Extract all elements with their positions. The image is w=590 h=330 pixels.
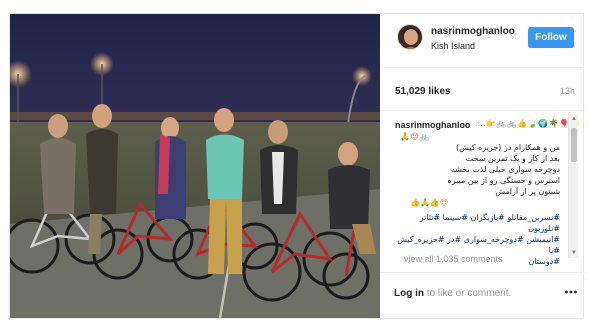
caption-emoji-row-1: ....👉🚲🚲👍🍃🌍🌴🎈🌞 xyxy=(475,119,581,128)
login-link[interactable]: Log in xyxy=(394,288,424,299)
post-footer: Log in to like or comment. xyxy=(380,272,585,318)
caption-line: شبتون پر از آرامش xyxy=(495,187,560,196)
caption-line: من و همکارام در (جزیره کیش) xyxy=(456,143,560,152)
hashtag-line[interactable]: #انیمیشن #دوچرخه_سواری #در #جزیره_کیش #ب… xyxy=(390,234,560,256)
caption-area: nasrinmoghanloo ....👉🚲🚲👍🍃🌍🌴🎈🌞 🙏😍🚲 من و ه… xyxy=(380,110,585,266)
instagram-post: nasrinmoghanloo Kish Island Follow 51,02… xyxy=(9,13,585,319)
avatar-image xyxy=(398,25,422,49)
view-all-comments-link[interactable]: view all 1,035 comments xyxy=(404,254,503,264)
group-bicycle-photo xyxy=(10,14,380,318)
caption-username[interactable]: nasrinmoghanloo xyxy=(395,120,471,130)
more-options-icon[interactable] xyxy=(564,285,578,299)
login-prompt: Log in to like or comment. xyxy=(394,288,511,299)
caption-line: بعد از کار و یک تمرین سخت xyxy=(465,154,560,163)
hashtag-line[interactable]: #نسرین_مقانلو #بازیگران #سینما #تئاتر #ت… xyxy=(390,212,560,234)
scroll-down-icon[interactable]: ▼ xyxy=(569,248,579,258)
avatar[interactable] xyxy=(397,24,423,50)
scroll-up-icon[interactable]: ▲ xyxy=(569,114,579,124)
scrollbar-thumb[interactable] xyxy=(571,128,577,162)
follow-button[interactable]: Follow xyxy=(528,27,574,48)
login-prompt-text: to like or comment. xyxy=(426,288,512,299)
likes-count[interactable]: 51,029 likes xyxy=(395,86,451,97)
post-side-panel: nasrinmoghanloo Kish Island Follow 51,02… xyxy=(380,14,585,318)
caption-text: من و همکارام در (جزیره کیش) بعد از کار و… xyxy=(390,142,560,197)
caption-line: دوچرخه سواری خیلی لذت بخشه xyxy=(450,165,560,174)
location-link[interactable]: Kish Island xyxy=(431,41,475,51)
post-header: nasrinmoghanloo Kish Island Follow xyxy=(380,14,585,68)
caption-scrollbar[interactable]: ▲ ▼ xyxy=(568,114,578,258)
username-link[interactable]: nasrinmoghanloo xyxy=(431,26,515,37)
post-timestamp: 13h xyxy=(559,86,575,96)
caption-line: استرس و خستگی رو از بین میبره xyxy=(447,176,560,185)
post-photo xyxy=(10,14,380,318)
post-stats: 51,029 likes 13h xyxy=(380,68,585,110)
caption-emoji-row-2: 🙏😍🚲 xyxy=(400,132,430,141)
caption-emoji-row-3: 👍🙏👍😍 xyxy=(410,198,449,207)
